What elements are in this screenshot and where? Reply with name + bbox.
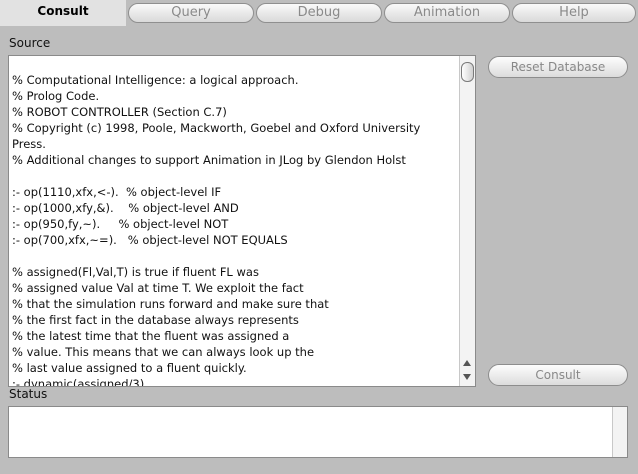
status-label: Status <box>9 387 48 401</box>
source-line: % Copyright (c) 1998, Poole, Mackworth, … <box>12 121 421 135</box>
source-line: % assigned value Val at time T. We explo… <box>12 281 304 295</box>
source-line: % Computational Intelligence: a logical … <box>12 73 299 87</box>
tab-bar: Consult Query Debug Animation Help <box>0 0 638 26</box>
source-line: :- op(700,xfx,~=). % object-level NOT EQ… <box>12 233 288 247</box>
source-line <box>12 248 457 264</box>
source-line: % assigned(Fl,Val,T) is true if fluent F… <box>12 265 259 279</box>
source-line: % the first fact in the database always … <box>12 313 299 327</box>
source-line: % Prolog Code. <box>12 89 100 103</box>
source-line: % that the simulation runs forward and m… <box>12 297 329 311</box>
tab-animation[interactable]: Animation <box>384 3 510 23</box>
source-line: % last value assigned to a fluent quickl… <box>12 361 247 375</box>
source-scrollbar[interactable] <box>459 56 475 386</box>
scroll-thumb[interactable] <box>461 62 474 82</box>
source-line: :- op(1110,xfx,<-). % object-level IF <box>12 185 222 199</box>
tab-consult[interactable]: Consult <box>0 0 126 26</box>
source-line: % Additional changes to support Animatio… <box>12 153 406 167</box>
source-line: :- op(1000,xfy,&). % object-level AND <box>12 201 239 215</box>
tab-query[interactable]: Query <box>128 3 254 23</box>
tab-help[interactable]: Help <box>512 3 636 23</box>
source-line <box>12 168 457 184</box>
source-line: % the latest time that the fluent was as… <box>12 329 290 343</box>
status-area[interactable] <box>8 406 628 458</box>
scroll-down-arrow-icon[interactable] <box>463 374 471 380</box>
source-line: :- op(950,fy,~). % object-level NOT <box>12 217 229 231</box>
source-line: % ROBOT CONTROLLER (Section C.7) <box>12 105 227 119</box>
status-scrollbar[interactable] <box>612 407 627 457</box>
source-text-area[interactable]: % Computational Intelligence: a logical … <box>8 55 476 387</box>
source-label: Source <box>9 36 51 50</box>
scroll-up-arrow-icon[interactable] <box>463 360 471 366</box>
consult-button[interactable]: Consult <box>488 364 628 386</box>
source-line: :- dynamic(assigned/3). <box>12 377 148 387</box>
tab-debug[interactable]: Debug <box>256 3 382 23</box>
reset-database-button[interactable]: Reset Database <box>488 56 628 78</box>
source-code[interactable]: % Computational Intelligence: a logical … <box>12 72 457 387</box>
source-line: % value. This means that we can always l… <box>12 345 315 359</box>
source-line: Press. <box>12 137 46 151</box>
